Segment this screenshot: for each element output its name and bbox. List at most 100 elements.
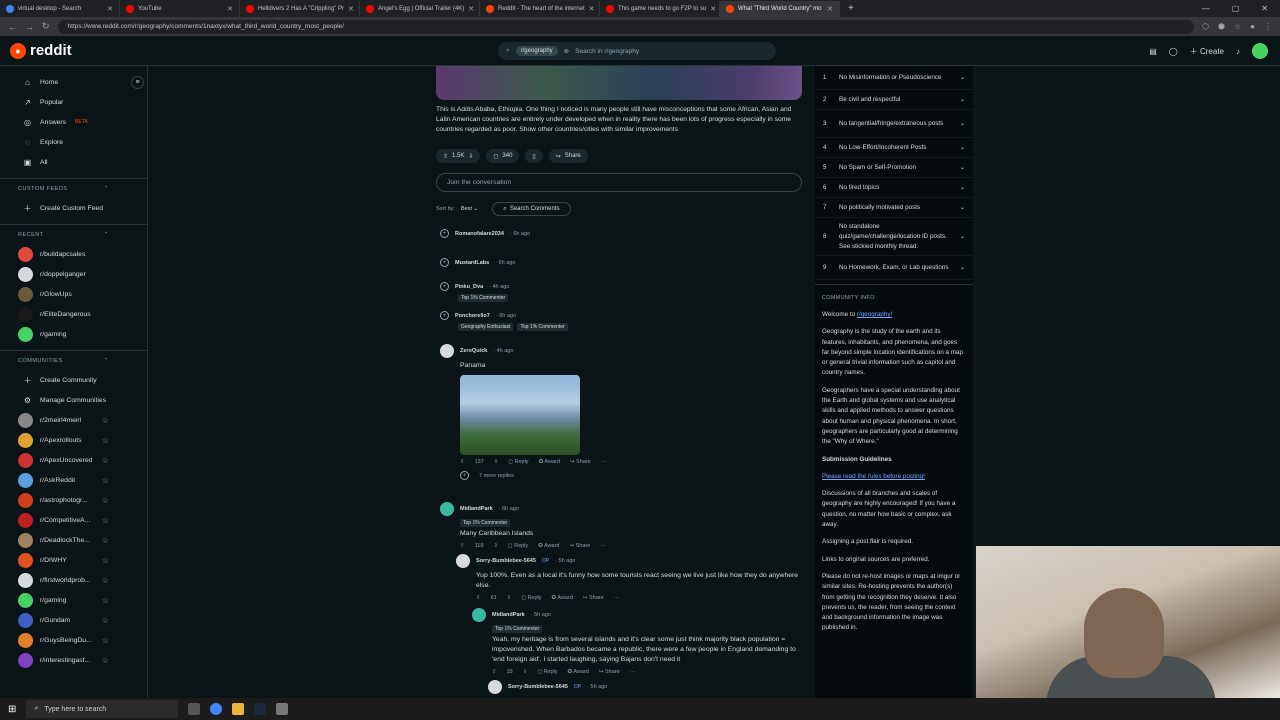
- comment-author[interactable]: Ponchorello7: [455, 313, 490, 319]
- rule-item[interactable]: 5 No Spam or Self-Promotion ⌄: [815, 158, 973, 178]
- rule-item[interactable]: 7 No politically motivated posts ⌄: [815, 198, 973, 218]
- comment-author[interactable]: ZeroQuick: [460, 348, 487, 354]
- more-replies-button[interactable]: +7 more replies: [440, 471, 802, 480]
- recent-community-item[interactable]: r/gaming: [0, 324, 147, 344]
- community-item[interactable]: r/DIWHY ☆: [0, 550, 147, 570]
- search-subreddit-chip[interactable]: r/geography: [515, 46, 558, 56]
- downvote-icon[interactable]: ⇩: [493, 543, 498, 549]
- collapse-sidebar-button[interactable]: ≡: [131, 76, 144, 89]
- community-item[interactable]: r/ApexUncovered ☆: [0, 450, 147, 470]
- favorite-star-icon[interactable]: ☆: [102, 436, 109, 445]
- award-button[interactable]: ✪ Award: [552, 595, 573, 601]
- award-button[interactable]: ✪ Award: [539, 459, 560, 465]
- comment-author[interactable]: Sorry-Bumblebee-5645: [476, 558, 536, 564]
- notifications-icon[interactable]: ♪: [1236, 47, 1240, 56]
- bookmark-icon[interactable]: ☆: [1234, 22, 1241, 31]
- community-item[interactable]: r/2meirl4meirl ☆: [0, 410, 147, 430]
- back-icon[interactable]: ←: [8, 22, 17, 32]
- windows-start-icon[interactable]: ⊞: [8, 704, 16, 715]
- downvote-icon[interactable]: ⇩: [468, 153, 473, 160]
- expand-comment-icon[interactable]: +: [440, 258, 449, 267]
- search-input[interactable]: Search in r/geography: [575, 48, 639, 55]
- rule-item[interactable]: 1 No Misinformation or Pseudoscience ⌄: [815, 66, 973, 90]
- create-custom-feed-button[interactable]: ＋ Create Custom Feed: [0, 198, 147, 218]
- upvote-icon[interactable]: ⇧: [492, 669, 497, 675]
- reload-icon[interactable]: ↻: [42, 21, 50, 32]
- upvote-icon[interactable]: ⇧: [460, 459, 465, 465]
- more-options-icon[interactable]: ···: [601, 459, 607, 465]
- rule-item[interactable]: 6 No tired topics ⌄: [815, 178, 973, 198]
- downvote-icon[interactable]: ⇩: [523, 669, 528, 675]
- community-item[interactable]: r/Apexrollouts ☆: [0, 430, 147, 450]
- save-button[interactable]: ▯: [525, 149, 543, 163]
- extension-icon[interactable]: ⬡: [1202, 22, 1209, 31]
- rule-item[interactable]: 9 No Homework, Exam, or Lab questions ⌄: [815, 256, 973, 280]
- close-tab-icon[interactable]: ✕: [468, 5, 474, 13]
- expand-comment-icon[interactable]: +: [440, 282, 449, 291]
- url-field[interactable]: https://www.reddit.com/r/geography/comme…: [57, 19, 1195, 34]
- file-explorer-icon[interactable]: [232, 703, 245, 715]
- close-tab-icon[interactable]: ✕: [827, 5, 833, 13]
- favorite-star-icon[interactable]: ☆: [102, 596, 109, 605]
- chat-icon[interactable]: ◯: [1169, 47, 1178, 56]
- close-tab-icon[interactable]: ✕: [227, 5, 233, 13]
- close-tab-icon[interactable]: ✕: [710, 5, 716, 13]
- community-item[interactable]: r/firstworldprob... ☆: [0, 570, 147, 590]
- sidebar-item-answers[interactable]: ◎ Answers BETA: [0, 112, 147, 132]
- favorite-star-icon[interactable]: ☆: [102, 476, 109, 485]
- browser-tab[interactable]: What "Third World Country" mo ✕: [720, 1, 840, 17]
- create-button[interactable]: ＋ Create: [1190, 46, 1224, 57]
- task-view-icon[interactable]: [188, 703, 201, 715]
- favorite-star-icon[interactable]: ☆: [102, 576, 109, 585]
- comment-author[interactable]: MustardLabs: [455, 260, 489, 266]
- award-button[interactable]: ✪ Award: [538, 543, 559, 549]
- community-item[interactable]: r/DeadlockThe... ☆: [0, 530, 147, 550]
- comment-author[interactable]: MidlandPark: [492, 612, 525, 618]
- recent-community-item[interactable]: r/EliteDangerous: [0, 304, 147, 324]
- favorite-star-icon[interactable]: ☆: [102, 636, 109, 645]
- upvote-icon[interactable]: ⇧: [460, 543, 465, 549]
- close-tab-icon[interactable]: ✕: [348, 5, 354, 13]
- upvote-icon[interactable]: ⇧: [476, 595, 481, 601]
- recent-community-item[interactable]: r/GlowUps: [0, 284, 147, 304]
- user-avatar[interactable]: [456, 554, 470, 568]
- rule-item[interactable]: 8 No standalone quiz/game/challenge/locat…: [815, 218, 973, 256]
- reply-button[interactable]: ◻ Reply: [508, 543, 528, 549]
- community-item[interactable]: r/gaming ☆: [0, 590, 147, 610]
- sidebar-item-all[interactable]: ▣ All: [0, 152, 147, 172]
- favorite-star-icon[interactable]: ☆: [102, 516, 109, 525]
- user-avatar[interactable]: [440, 344, 454, 358]
- favorite-star-icon[interactable]: ☆: [102, 456, 109, 465]
- taskbar-search[interactable]: ⌕ Type here to search: [26, 700, 179, 718]
- comment-author[interactable]: Pinku_Dva: [455, 284, 483, 290]
- browser-tab[interactable]: YouTube ✕: [120, 1, 240, 17]
- sort-dropdown[interactable]: Best ⌄: [461, 206, 478, 212]
- minimize-icon[interactable]: —: [1202, 4, 1210, 13]
- rule-item[interactable]: 4 No Low-Effort/Incoherent Posts ⌄: [815, 138, 973, 158]
- community-item[interactable]: r/CompetitiveA... ☆: [0, 510, 147, 530]
- downvote-icon[interactable]: ⇩: [507, 595, 512, 601]
- rules-link[interactable]: Please read the rules before posting!: [815, 472, 973, 482]
- recent-community-item[interactable]: r/doppelganger: [0, 264, 147, 284]
- community-item[interactable]: r/interestingasf... ☆: [0, 650, 147, 670]
- search-comments-button[interactable]: ⌕ Search Comments: [492, 202, 571, 216]
- advertise-icon[interactable]: ▤: [1149, 47, 1157, 56]
- chrome-icon[interactable]: [210, 703, 223, 715]
- upvote-icon[interactable]: ⇧: [443, 153, 448, 160]
- communities-section[interactable]: COMMUNITIES ⌃: [0, 350, 147, 370]
- maximize-icon[interactable]: ▢: [1232, 4, 1240, 13]
- close-tab-icon[interactable]: ✕: [589, 5, 595, 13]
- extension-icon[interactable]: ⬢: [1218, 22, 1225, 31]
- more-options-icon[interactable]: ···: [600, 543, 606, 549]
- rule-item[interactable]: 3 No tangential/fringe/extraneous posts ⌄: [815, 110, 973, 138]
- favorite-star-icon[interactable]: ☆: [102, 556, 109, 565]
- user-avatar[interactable]: [472, 608, 486, 622]
- clear-chip-icon[interactable]: ⊗: [564, 47, 569, 55]
- sidebar-item-popular[interactable]: ↗ Popular: [0, 92, 147, 112]
- award-button[interactable]: ✪ Award: [568, 669, 589, 675]
- browser-tab[interactable]: Angel's Egg | Official Trailer (4K) ✕: [360, 1, 480, 17]
- favorite-star-icon[interactable]: ☆: [102, 496, 109, 505]
- share-button[interactable]: ↪ Share: [583, 595, 604, 601]
- share-button[interactable]: ↪ Share: [570, 543, 591, 549]
- user-avatar[interactable]: [488, 680, 502, 694]
